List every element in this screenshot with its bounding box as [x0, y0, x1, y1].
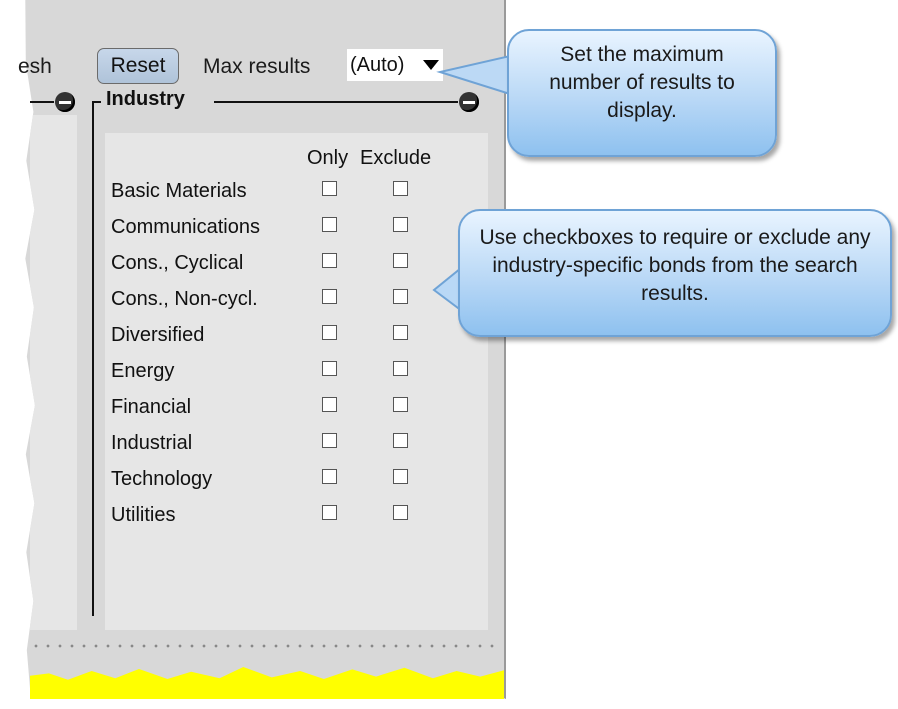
industry-group-left-border — [92, 101, 94, 616]
industry-group-top-border — [214, 101, 458, 103]
exclude-checkbox[interactable] — [393, 433, 408, 448]
max-results-label: Max results — [203, 55, 311, 78]
reset-button[interactable]: Reset — [97, 48, 179, 84]
max-results-callout: Set the maximum number of results to dis… — [507, 29, 777, 157]
exclude-checkbox[interactable] — [393, 181, 408, 196]
max-results-select[interactable]: (Auto) — [347, 49, 443, 81]
industry-label: Financial — [111, 396, 192, 418]
exclude-checkbox[interactable] — [393, 217, 408, 232]
previous-group-border — [30, 101, 54, 103]
industry-label: Basic Materials — [111, 180, 247, 202]
industry-callout-text: Use checkboxes to require or exclude any… — [479, 226, 871, 305]
industry-label: Energy — [111, 360, 175, 382]
exclude-checkbox[interactable] — [393, 325, 408, 340]
industry-label: Industrial — [111, 432, 193, 454]
industry-group-title: Industry — [106, 88, 185, 110]
exclude-checkbox[interactable] — [393, 253, 408, 268]
industry-label: Utilities — [111, 504, 176, 526]
industry-callout: Use checkboxes to require or exclude any… — [458, 209, 892, 337]
industry-group-top-border-start — [92, 101, 101, 103]
refresh-label-fragment[interactable]: esh — [18, 55, 52, 79]
max-results-callout-text: Set the maximum number of results to dis… — [549, 43, 735, 122]
industry-label: Cons., Non-cycl. — [111, 288, 258, 310]
column-header-exclude: Exclude — [360, 147, 432, 169]
exclude-checkbox[interactable] — [393, 397, 408, 412]
only-checkbox[interactable] — [322, 361, 337, 376]
only-checkbox[interactable] — [322, 217, 337, 232]
only-checkbox[interactable] — [322, 253, 337, 268]
exclude-checkbox[interactable] — [393, 289, 408, 304]
only-checkbox[interactable] — [322, 181, 337, 196]
max-results-value: (Auto) — [350, 53, 405, 76]
only-checkbox[interactable] — [322, 397, 337, 412]
only-checkbox[interactable] — [322, 289, 337, 304]
max-results-callout-tail — [436, 54, 511, 96]
only-checkbox[interactable] — [322, 505, 337, 520]
industry-label: Diversified — [111, 324, 205, 346]
collapse-previous-group-icon[interactable] — [55, 92, 75, 112]
column-header-only: Only — [307, 147, 349, 169]
splitter-dots[interactable] — [30, 644, 500, 648]
industry-label: Technology — [111, 468, 213, 490]
only-checkbox[interactable] — [322, 325, 337, 340]
industry-label: Communications — [111, 216, 260, 238]
bond-scanner-panel — [0, 0, 506, 699]
previous-filter-panel — [30, 115, 77, 630]
exclude-checkbox[interactable] — [393, 505, 408, 520]
only-checkbox[interactable] — [322, 469, 337, 484]
exclude-checkbox[interactable] — [393, 469, 408, 484]
exclude-checkbox[interactable] — [393, 361, 408, 376]
industry-label: Cons., Cyclical — [111, 252, 244, 274]
only-checkbox[interactable] — [322, 433, 337, 448]
